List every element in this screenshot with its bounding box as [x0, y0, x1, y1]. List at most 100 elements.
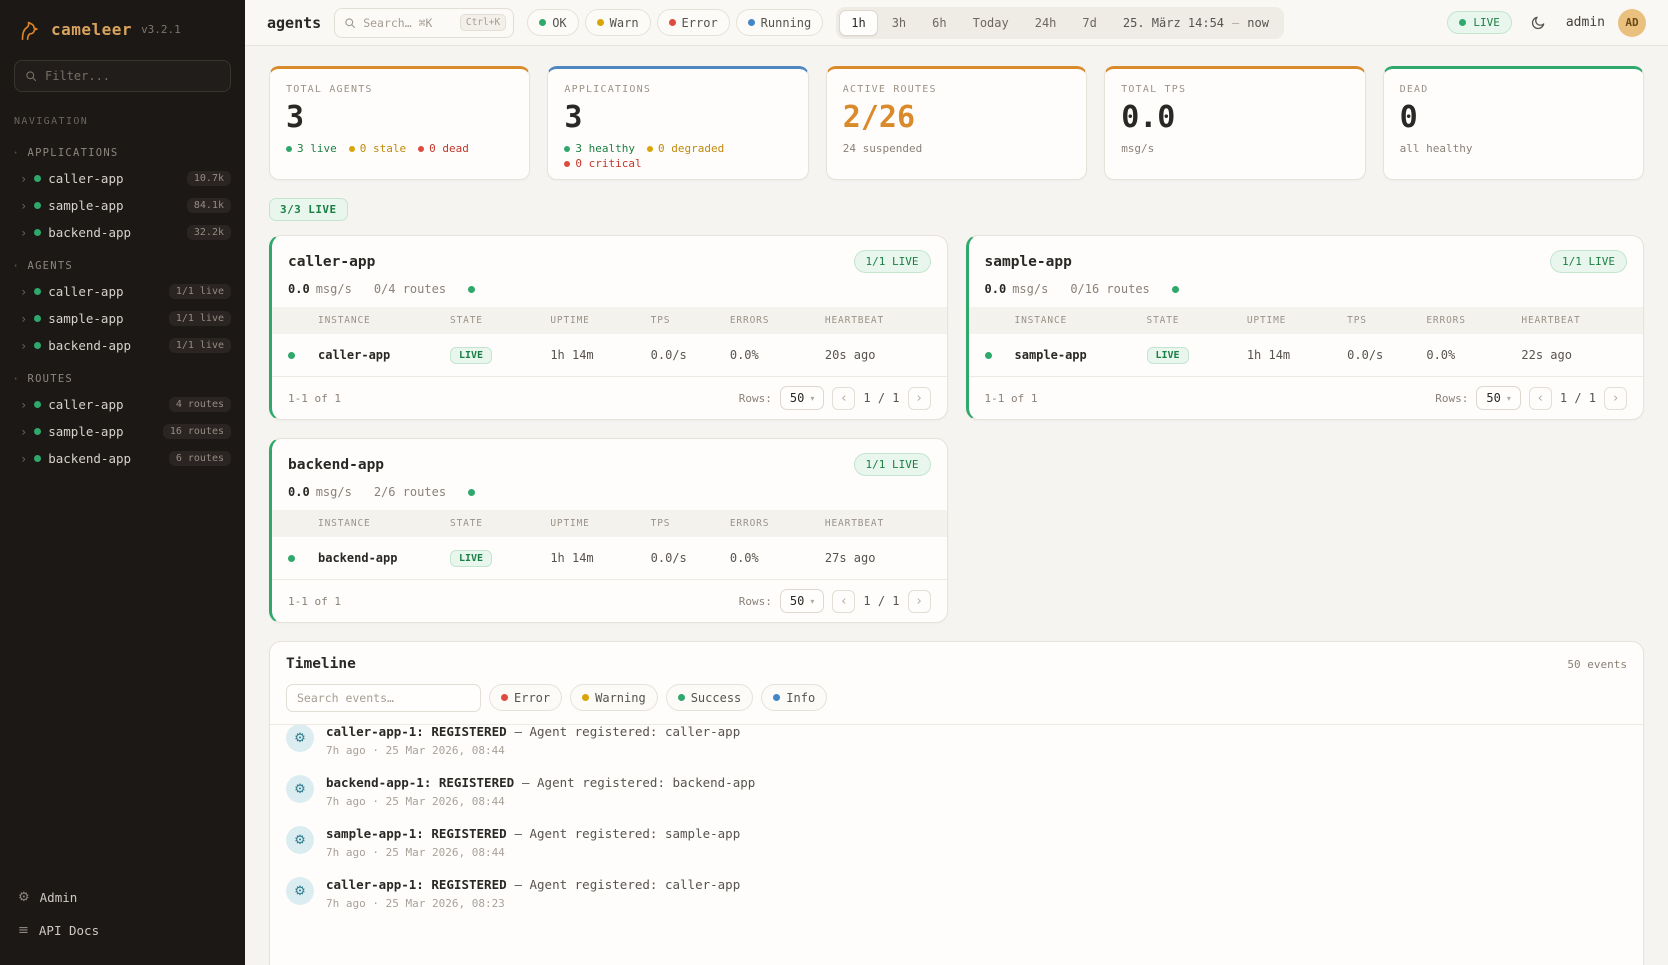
rows-per-page-select[interactable]: 50▾: [1476, 386, 1520, 410]
filter-chip-ok[interactable]: OK: [527, 9, 578, 36]
topbar-right: LIVE admin AD: [1447, 9, 1646, 37]
camel-logo-icon: [16, 16, 42, 42]
sidebar-item-routes-backend-app[interactable]: › backend-app 6 routes: [0, 445, 245, 472]
status-dot: [288, 352, 295, 359]
moon-icon: [1531, 15, 1546, 30]
sidebar-item-routes-sample-app[interactable]: › sample-app 16 routes: [0, 418, 245, 445]
sidebar-item-agent-backend-app[interactable]: › backend-app 1/1 live: [0, 332, 245, 359]
time-range-1h[interactable]: 1h: [839, 10, 877, 36]
sidebar-item-agent-sample-app[interactable]: › sample-app 1/1 live: [0, 305, 245, 332]
chevron-right-icon: ›: [20, 452, 27, 466]
cell-instance: sample-app: [1015, 348, 1147, 362]
chip-label: Info: [786, 691, 815, 705]
rows-per-page-select[interactable]: 50▾: [780, 386, 824, 410]
table-row[interactable]: backend-app LIVE 1h 14m 0.0/s 0.0% 27s a…: [272, 537, 947, 579]
sidebar-section-header-applications[interactable]: · APPLICATIONS: [0, 141, 245, 165]
prev-page-button[interactable]: ‹: [832, 590, 855, 613]
time-range-24h[interactable]: 24h: [1023, 10, 1069, 36]
app-card-title[interactable]: sample-app: [985, 254, 1072, 270]
avatar[interactable]: AD: [1618, 9, 1646, 37]
table-row[interactable]: caller-app LIVE 1h 14m 0.0/s 0.0% 20s ag…: [272, 334, 947, 376]
timeline-filter-success[interactable]: Success: [666, 684, 754, 711]
next-page-button[interactable]: ›: [908, 590, 931, 613]
next-page-button[interactable]: ›: [908, 387, 931, 410]
event-time: 7h ago · 25 Mar 2026, 08:44: [326, 846, 740, 859]
event-title: backend-app-1: REGISTERED: [326, 775, 514, 790]
timeline-filter-error[interactable]: Error: [489, 684, 562, 711]
timeline-event: ⚙ caller-app-1: REGISTERED — Agent regis…: [286, 725, 1627, 766]
section-label: APPLICATIONS: [28, 147, 119, 159]
status-dot: [34, 202, 41, 209]
sidebar-item-api-docs[interactable]: ≡ API Docs: [0, 914, 245, 947]
time-range-today[interactable]: Today: [961, 10, 1021, 36]
app-live-badge: 1/1 LIVE: [854, 250, 931, 273]
prev-page-button[interactable]: ‹: [832, 387, 855, 410]
filter-chip-running[interactable]: Running: [736, 9, 824, 36]
timeline-filter-info[interactable]: Info: [761, 684, 827, 711]
apps-grid: caller-app 1/1 LIVE 0.0 msg/s 0/4 routes…: [269, 235, 1644, 623]
sidebar-section-header-routes[interactable]: · ROUTES: [0, 367, 245, 391]
app-card-title[interactable]: caller-app: [288, 254, 375, 270]
prev-page-button[interactable]: ‹: [1529, 387, 1552, 410]
timeline-search-input[interactable]: [286, 684, 481, 712]
time-range-6h[interactable]: 6h: [920, 10, 958, 36]
ok-dot: [286, 146, 292, 152]
event-title: caller-app-1: REGISTERED: [326, 725, 507, 739]
timeline-filter-warning[interactable]: Warning: [570, 684, 658, 711]
sidebar-item-badge: 1/1 live: [169, 311, 231, 326]
app-card-title[interactable]: backend-app: [288, 457, 384, 473]
event-time: 7h ago · 25 Mar 2026, 08:44: [326, 744, 740, 757]
page-indicator: 1 / 1: [1560, 391, 1596, 405]
stat-detail: 0 stale: [360, 142, 406, 155]
status-dot: [34, 175, 41, 182]
dark-mode-toggle[interactable]: [1525, 9, 1553, 37]
app-routes: 0/16 routes: [1070, 282, 1149, 296]
sidebar-item-application-caller-app[interactable]: › caller-app 10.7k: [0, 165, 245, 192]
status-filter-chips: OK Warn Error Running: [527, 9, 823, 36]
chip-label: Warn: [610, 16, 639, 30]
sidebar-item-admin[interactable]: ⚙ Admin: [0, 881, 245, 914]
row-range: 1-1 of 1: [985, 392, 1038, 405]
next-page-button[interactable]: ›: [1604, 387, 1627, 410]
sidebar-item-label: backend-app: [48, 338, 162, 353]
time-range-3h[interactable]: 3h: [880, 10, 918, 36]
stat-card-total-agents: TOTAL AGENTS 3 3 live 0 stale 0 dead: [269, 66, 530, 180]
filter-chip-warn[interactable]: Warn: [585, 9, 651, 36]
status-dot: [1172, 286, 1179, 293]
app-live-badge: 1/1 LIVE: [1550, 250, 1627, 273]
app-meta: 0.0 msg/s 2/6 routes: [272, 485, 947, 510]
status-dot: [34, 315, 41, 322]
sidebar-item-label: caller-app: [48, 171, 180, 186]
sidebar-item-routes-caller-app[interactable]: › caller-app 4 routes: [0, 391, 245, 418]
time-range-group: 1h 3h 6h Today 24h 7d 25. März 14:54 — n…: [836, 7, 1284, 39]
sidebar-section-header-agents[interactable]: · AGENTS: [0, 254, 245, 278]
sidebar-item-application-backend-app[interactable]: › backend-app 32.2k: [0, 219, 245, 246]
event-title: caller-app-1: REGISTERED: [326, 877, 507, 892]
warn-dot: [349, 146, 355, 152]
sidebar-filter-input[interactable]: [45, 69, 220, 83]
stat-label: TOTAL TPS: [1121, 84, 1348, 95]
live-status-badge[interactable]: LIVE: [1447, 11, 1512, 34]
app-tps-unit: msg/s: [316, 485, 352, 499]
timeline-events: ⚙ caller-app-1: REGISTERED — Agent regis…: [270, 725, 1643, 965]
rows-per-page-select[interactable]: 50▾: [780, 589, 824, 613]
timeline-event: ⚙ backend-app-1: REGISTERED — Agent regi…: [286, 766, 1627, 817]
sidebar-item-application-sample-app[interactable]: › sample-app 84.1k: [0, 192, 245, 219]
section-marker-icon: ·: [12, 373, 21, 385]
global-search-input[interactable]: [363, 16, 453, 30]
user-name: admin: [1566, 15, 1605, 30]
sidebar-item-agent-caller-app[interactable]: › caller-app 1/1 live: [0, 278, 245, 305]
navigation-label: NAVIGATION: [0, 98, 245, 133]
date-to: now: [1247, 16, 1269, 30]
stat-card-active-routes: ACTIVE ROUTES 2/26 24 suspended: [826, 66, 1087, 180]
warn-dot: [647, 146, 653, 152]
time-range-7d[interactable]: 7d: [1070, 10, 1108, 36]
sidebar-item-label: backend-app: [48, 451, 162, 466]
error-dot: [501, 694, 508, 701]
app-tps-unit: msg/s: [1012, 282, 1048, 296]
filter-chip-error[interactable]: Error: [657, 9, 730, 36]
content: TOTAL AGENTS 3 3 live 0 stale 0 dead APP…: [245, 46, 1668, 965]
cell-errors: 0.0%: [1426, 348, 1521, 362]
table-row[interactable]: sample-app LIVE 1h 14m 0.0/s 0.0% 22s ag…: [969, 334, 1644, 376]
chevron-right-icon: ›: [20, 285, 27, 299]
